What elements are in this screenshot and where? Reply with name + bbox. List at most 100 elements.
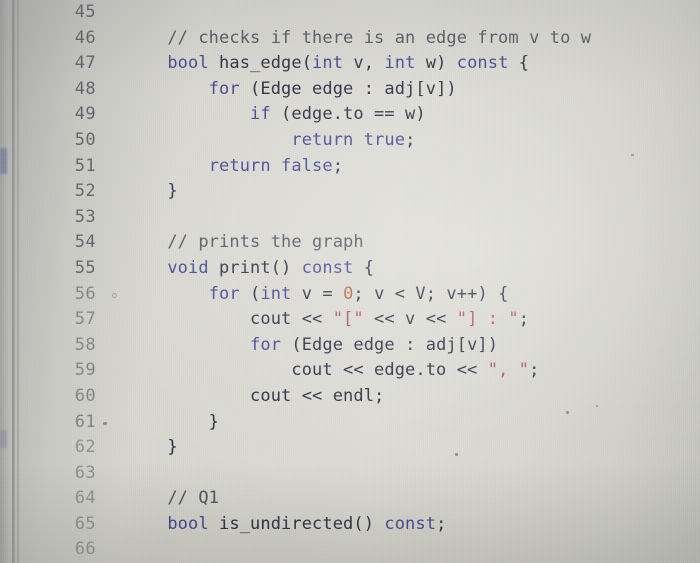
photo-speck <box>455 453 458 456</box>
code-lines-container[interactable]: 45 46 // checks if there is an edge from … <box>0 0 700 563</box>
code-token-kw: const <box>456 53 509 74</box>
code-line[interactable]: 49 if (edge.to == w) <box>0 102 700 128</box>
code-token-kw: int <box>260 283 292 304</box>
line-number: 62 <box>74 437 96 458</box>
code-text[interactable]: } <box>126 179 178 205</box>
code-line[interactable]: 62 } <box>0 435 700 461</box>
code-token-pln: } <box>126 437 178 458</box>
code-text[interactable]: bool has_edge(int v, int w) const { <box>126 51 529 77</box>
code-token-kw: int <box>312 53 344 74</box>
code-text[interactable]: for (int v = 0; v < V; v++) { <box>126 282 509 308</box>
code-text[interactable]: } <box>126 435 178 461</box>
code-token-cmt: // checks if there is an edge from v to … <box>167 27 592 48</box>
code-line[interactable]: 46 // checks if there is an edge from v … <box>0 26 700 52</box>
code-token-pln: ; <box>436 513 447 534</box>
code-text[interactable]: for (Edge edge : adj[v]) <box>126 77 457 103</box>
code-line[interactable]: 47 bool has_edge(int v, int w) const { <box>0 51 700 77</box>
code-token-cmt: // prints the graph <box>167 232 364 253</box>
code-line[interactable]: 65 bool is_undirected() const; <box>0 512 700 538</box>
code-line[interactable]: 54 // prints the graph <box>0 230 700 256</box>
code-token-pln <box>126 53 167 73</box>
code-token-cmt: // Q1 <box>167 488 220 509</box>
code-token-kw: if <box>250 104 271 125</box>
code-line[interactable]: 45 <box>0 0 700 26</box>
line-number: 45 <box>74 2 96 22</box>
code-text[interactable]: // checks if there is an edge from v to … <box>126 26 591 52</box>
code-token-pln: (Edge edge : adj[v]) <box>281 334 499 355</box>
code-token-pln: } <box>126 181 178 202</box>
code-token-kw: bool <box>167 513 209 534</box>
code-line[interactable]: 53 <box>0 205 700 231</box>
code-line[interactable]: 48 for (Edge edge : adj[v]) <box>0 77 700 103</box>
line-number: 64 <box>74 488 96 509</box>
photo-speck <box>103 422 107 425</box>
code-token-kw: const <box>384 513 437 534</box>
code-line[interactable]: 66 <box>0 537 700 563</box>
code-text[interactable]: bool is_undirected() const; <box>126 512 446 538</box>
code-token-pln: ; v < V; v++) { <box>353 283 509 304</box>
code-token-kw: for <box>208 283 240 304</box>
code-line[interactable]: 57 cout << "[" << v << "] : "; <box>0 307 700 333</box>
code-token-kw: for <box>250 334 282 355</box>
code-token-pln: v, <box>343 53 385 74</box>
photo-speck <box>596 405 598 407</box>
line-number: 52 <box>74 181 96 202</box>
line-number: 61 <box>74 411 96 432</box>
code-token-kw: false <box>281 155 333 176</box>
code-text[interactable]: cout << endl; <box>126 384 384 410</box>
code-line[interactable]: 52 } <box>0 179 700 205</box>
line-number: 58 <box>74 334 96 355</box>
code-token-pln: ; <box>518 309 530 330</box>
line-number: 53 <box>74 206 96 227</box>
photo-speck <box>112 293 117 298</box>
code-text[interactable]: } <box>126 410 219 436</box>
code-line[interactable]: 58 for (Edge edge : adj[v]) <box>0 333 700 359</box>
line-number: 60 <box>74 385 96 406</box>
code-text[interactable]: // Q1 <box>126 486 219 512</box>
code-line[interactable]: 59 cout << edge.to << ", "; <box>0 358 700 384</box>
code-line[interactable]: 64 // Q1 <box>0 486 700 512</box>
line-number: 55 <box>74 257 96 278</box>
code-token-pln: (edge.to == w) <box>270 104 426 125</box>
code-token-pln: ; <box>405 129 416 150</box>
code-text[interactable]: cout << edge.to << ", "; <box>126 358 539 384</box>
code-line[interactable]: 56 for (int v = 0; v < V; v++) { <box>0 282 700 308</box>
code-token-pln: w) <box>415 53 457 74</box>
code-line[interactable]: 60 cout << endl; <box>0 384 700 410</box>
code-text[interactable]: for (Edge edge : adj[v]) <box>126 333 498 359</box>
code-line[interactable]: 50 return true; <box>0 128 700 154</box>
code-token-pln <box>126 488 167 508</box>
code-token-pln: ; <box>529 360 540 381</box>
code-line[interactable]: 55 void print() const { <box>0 256 700 282</box>
code-token-pln: has_edge( <box>208 53 313 74</box>
code-line[interactable]: 51 return false; <box>0 154 700 180</box>
code-text[interactable]: cout << "[" << v << "] : "; <box>126 307 529 333</box>
code-text[interactable]: if (edge.to == w) <box>126 102 426 128</box>
code-token-pln <box>126 514 167 534</box>
code-token-pln <box>126 284 209 304</box>
code-token-pln <box>126 130 291 150</box>
line-number: 48 <box>74 78 96 99</box>
code-token-kw: true <box>363 129 406 150</box>
code-text[interactable]: // prints the graph <box>126 230 364 256</box>
line-number: 59 <box>74 360 96 381</box>
code-editor-screenshot: 45 46 // checks if there is an edge from … <box>0 0 700 563</box>
code-token-str: "[" <box>332 309 364 330</box>
code-line[interactable]: 63 <box>0 461 700 487</box>
code-text[interactable]: void print() const { <box>126 256 374 282</box>
line-number: 46 <box>74 27 96 48</box>
code-token-str: "] : " <box>456 309 519 330</box>
code-token-kw: for <box>208 78 240 99</box>
line-number: 50 <box>74 129 96 150</box>
line-number: 47 <box>74 53 96 74</box>
code-token-pln: cout << <box>126 309 333 330</box>
code-token-kw: return <box>208 155 271 176</box>
code-token-pln <box>353 130 363 150</box>
code-token-pln: ( <box>239 283 261 304</box>
code-text[interactable]: return false; <box>126 154 343 180</box>
code-token-pln <box>126 104 250 124</box>
code-token-pln <box>126 258 167 278</box>
code-token-pln: { <box>508 53 530 74</box>
code-token-pln: (Edge edge : adj[v]) <box>239 78 457 99</box>
code-text[interactable]: return true; <box>126 128 415 154</box>
